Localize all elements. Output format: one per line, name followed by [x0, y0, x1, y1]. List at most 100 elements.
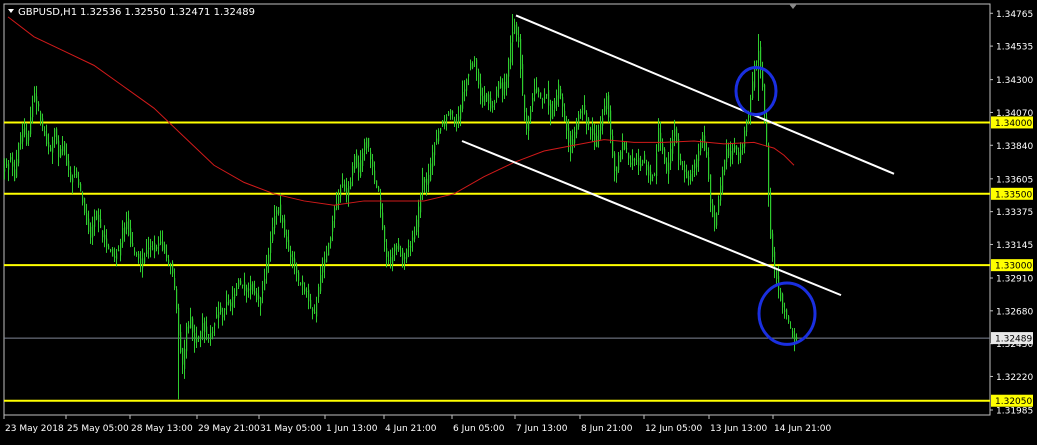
chevron-down-icon[interactable] [8, 9, 14, 13]
candle-body [146, 250, 148, 254]
candle-body [616, 166, 618, 175]
candle-body [632, 158, 634, 161]
candle-body [90, 226, 92, 238]
candle-body [276, 210, 278, 214]
candle-body [486, 93, 488, 102]
candle-body [354, 155, 356, 170]
candle-body [438, 130, 440, 142]
candle-body [286, 236, 288, 242]
candle-body [316, 302, 318, 317]
candle-body [126, 221, 128, 230]
candle-body [718, 199, 720, 213]
candle-body [182, 348, 184, 365]
candlestick-chart: 1.347651.345351.343001.340701.338401.336… [3, 3, 1033, 434]
candle-body [706, 152, 708, 156]
candle-body [322, 266, 324, 273]
candle-body [230, 302, 232, 307]
candle-body [760, 46, 762, 70]
candle-body [270, 242, 272, 253]
candle-body [78, 179, 80, 186]
candle-body [304, 288, 306, 292]
level-price-label: 1.33500 [995, 190, 1032, 200]
candle-body [290, 254, 292, 258]
candle-body [476, 59, 478, 70]
x-tick-label: 13 Jun 13:00 [710, 424, 767, 434]
y-tick-label: 1.32220 [996, 373, 1033, 383]
candle-body [22, 129, 24, 142]
candle-body [358, 162, 360, 173]
candle-body [744, 130, 746, 147]
candle-body [162, 241, 164, 250]
candle-body [772, 233, 774, 258]
candle-body [756, 60, 758, 63]
candle-body [440, 128, 442, 131]
candle-body [302, 280, 304, 285]
candle-body [300, 283, 302, 285]
candle-body [614, 153, 616, 171]
candle-body [532, 97, 534, 106]
candle-body [740, 150, 742, 161]
candle-body [72, 178, 74, 183]
x-tick-label: 12 Jun 05:00 [645, 424, 702, 434]
candle-body [716, 213, 718, 226]
candle-body [526, 115, 528, 129]
candle-body [584, 105, 586, 113]
candle-body [220, 306, 222, 312]
candle-body [212, 331, 214, 333]
candle-body [104, 234, 106, 240]
candle-body [776, 270, 778, 280]
candle-body [704, 135, 706, 150]
candle-body [96, 211, 98, 220]
candle-body [282, 218, 284, 223]
candle-body [202, 323, 204, 332]
candle-body [458, 116, 460, 122]
candle-body [730, 150, 732, 160]
candle-body [522, 64, 524, 94]
candle-body [278, 207, 280, 214]
candle-body [542, 98, 544, 100]
candle-body [492, 105, 494, 108]
candle-body [50, 147, 52, 152]
candle-body [482, 96, 484, 102]
candle-body [402, 250, 404, 261]
x-tick-label: 25 May 05:00 [67, 424, 129, 434]
y-tick-label: 1.34535 [996, 43, 1033, 53]
candle-body [284, 219, 286, 236]
candle-body [530, 109, 532, 120]
candle-body [540, 92, 542, 97]
candle-body [768, 144, 770, 196]
candle-body [372, 159, 374, 167]
candle-body [426, 178, 428, 185]
candle-body [498, 81, 500, 90]
moving-average-line [7, 16, 795, 206]
candle-body [594, 133, 596, 147]
candle-body [636, 160, 638, 162]
candle-body [250, 284, 252, 290]
candle-body [626, 148, 628, 150]
scroll-marker-icon[interactable] [789, 4, 797, 9]
candle-body [456, 121, 458, 125]
channel-lower-line[interactable] [461, 140, 842, 297]
candle-body [266, 263, 268, 275]
candle-body [324, 259, 326, 268]
candle-body [120, 242, 122, 256]
candle-body [74, 173, 76, 175]
candle-body [42, 118, 44, 127]
candle-body [44, 131, 46, 136]
candle-body [466, 79, 468, 91]
candle-body [592, 128, 594, 135]
candle-body [448, 112, 450, 116]
highlight-ellipse-1[interactable] [734, 66, 778, 117]
candle-body [510, 42, 512, 63]
candle-body [450, 110, 452, 115]
candle-body [236, 288, 238, 296]
candle-body [346, 188, 348, 194]
candle-body [430, 163, 432, 181]
candle-body [514, 24, 516, 34]
candle-body [144, 257, 146, 263]
candle-body [194, 333, 196, 343]
chart-window: 1.34765 1.34535 1.34300 1.34070 1.33840 1.336… [0, 0, 1037, 441]
candle-body [350, 181, 352, 188]
candle-body [446, 116, 448, 120]
candle-body [660, 132, 662, 142]
